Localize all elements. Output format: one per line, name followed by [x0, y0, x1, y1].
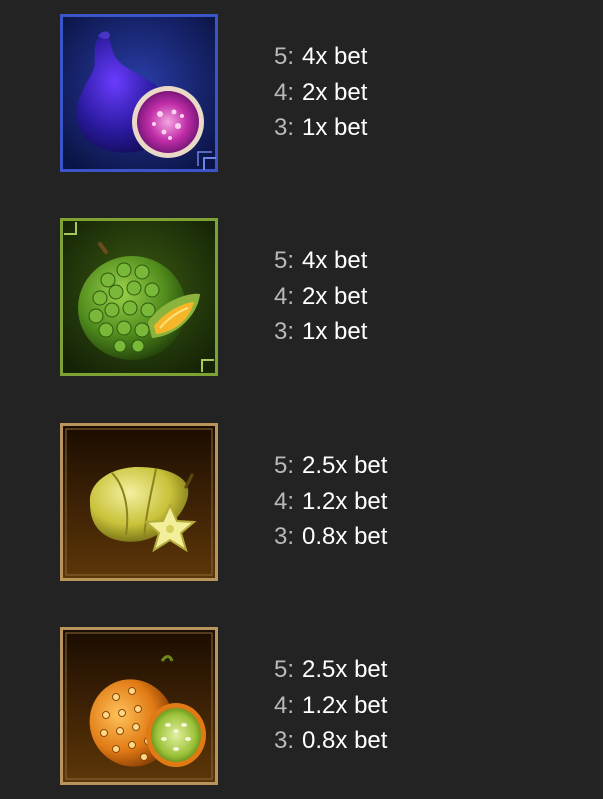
payout-line: 4: 1.2x bet [274, 487, 388, 515]
payout-value: 2.5x bet [302, 452, 388, 479]
payout-value: 4x bet [302, 43, 368, 70]
payout-value: 4x bet [302, 247, 368, 274]
payout-line: 5: 4x bet [274, 247, 368, 274]
symbol-count: 4 [274, 78, 288, 106]
payout-line: 3: 1x bet [274, 114, 368, 141]
payout-value: 1x bet [302, 318, 368, 345]
starfruit-icon [60, 423, 218, 581]
symbol-count: 4 [274, 691, 288, 719]
payout-line: 3: 0.8x bet [274, 523, 388, 550]
payout-value: 1x bet [302, 114, 368, 141]
payout-value: 0.8x bet [302, 523, 388, 550]
symbol-count: 5 [274, 452, 288, 479]
payout-value: 1.2x bet [302, 691, 388, 719]
payout-line: 4: 1.2x bet [274, 691, 388, 719]
symbol-count: 3 [274, 523, 288, 550]
paytable-row-fig: 5: 4x bet 4: 2x bet 3: 1x bet [0, 14, 603, 174]
symbol-count: 5 [274, 43, 288, 70]
payout-line: 4: 2x bet [274, 78, 368, 106]
payout-list: 5: 2.5x bet 4: 1.2x bet 3: 0.8x bet [274, 450, 387, 557]
payout-line: 3: 0.8x bet [274, 727, 388, 754]
payout-value: 2x bet [302, 78, 368, 106]
symbol-count: 3 [274, 318, 288, 345]
symbol-tile-fig [60, 14, 218, 172]
payout-value: 2.5x bet [302, 656, 388, 683]
symbol-count: 5 [274, 247, 288, 274]
payout-line: 4: 2x bet [274, 282, 368, 310]
symbol-count: 3 [274, 114, 288, 141]
payout-line: 5: 2.5x bet [274, 452, 388, 479]
kiwano-icon [60, 627, 218, 785]
payout-list: 5: 4x bet 4: 2x bet 3: 1x bet [274, 41, 367, 148]
fig-icon [60, 14, 218, 172]
symbol-tile-kiwano [60, 627, 218, 785]
symbol-count: 4 [274, 282, 288, 310]
symbol-count: 5 [274, 656, 288, 683]
payout-line: 5: 2.5x bet [274, 656, 388, 683]
symbol-tile-durian [60, 218, 218, 376]
payout-value: 0.8x bet [302, 727, 388, 754]
durian-icon [60, 218, 218, 376]
payout-value: 2x bet [302, 282, 368, 310]
paytable-row-kiwano: 5: 2.5x bet 4: 1.2x bet 3: 0.8x bet [0, 627, 603, 787]
payout-value: 1.2x bet [302, 487, 388, 515]
paytable-row-starfruit: 5: 2.5x bet 4: 1.2x bet 3: 0.8x bet [0, 423, 603, 583]
payout-list: 5: 4x bet 4: 2x bet 3: 1x bet [274, 245, 367, 352]
payout-list: 5: 2.5x bet 4: 1.2x bet 3: 0.8x bet [274, 654, 387, 761]
symbol-tile-starfruit [60, 423, 218, 581]
payout-line: 5: 4x bet [274, 43, 368, 70]
paytable-row-durian: 5: 4x bet 4: 2x bet 3: 1x bet [0, 218, 603, 378]
payout-line: 3: 1x bet [274, 318, 368, 345]
symbol-count: 4 [274, 487, 288, 515]
symbol-count: 3 [274, 727, 288, 754]
